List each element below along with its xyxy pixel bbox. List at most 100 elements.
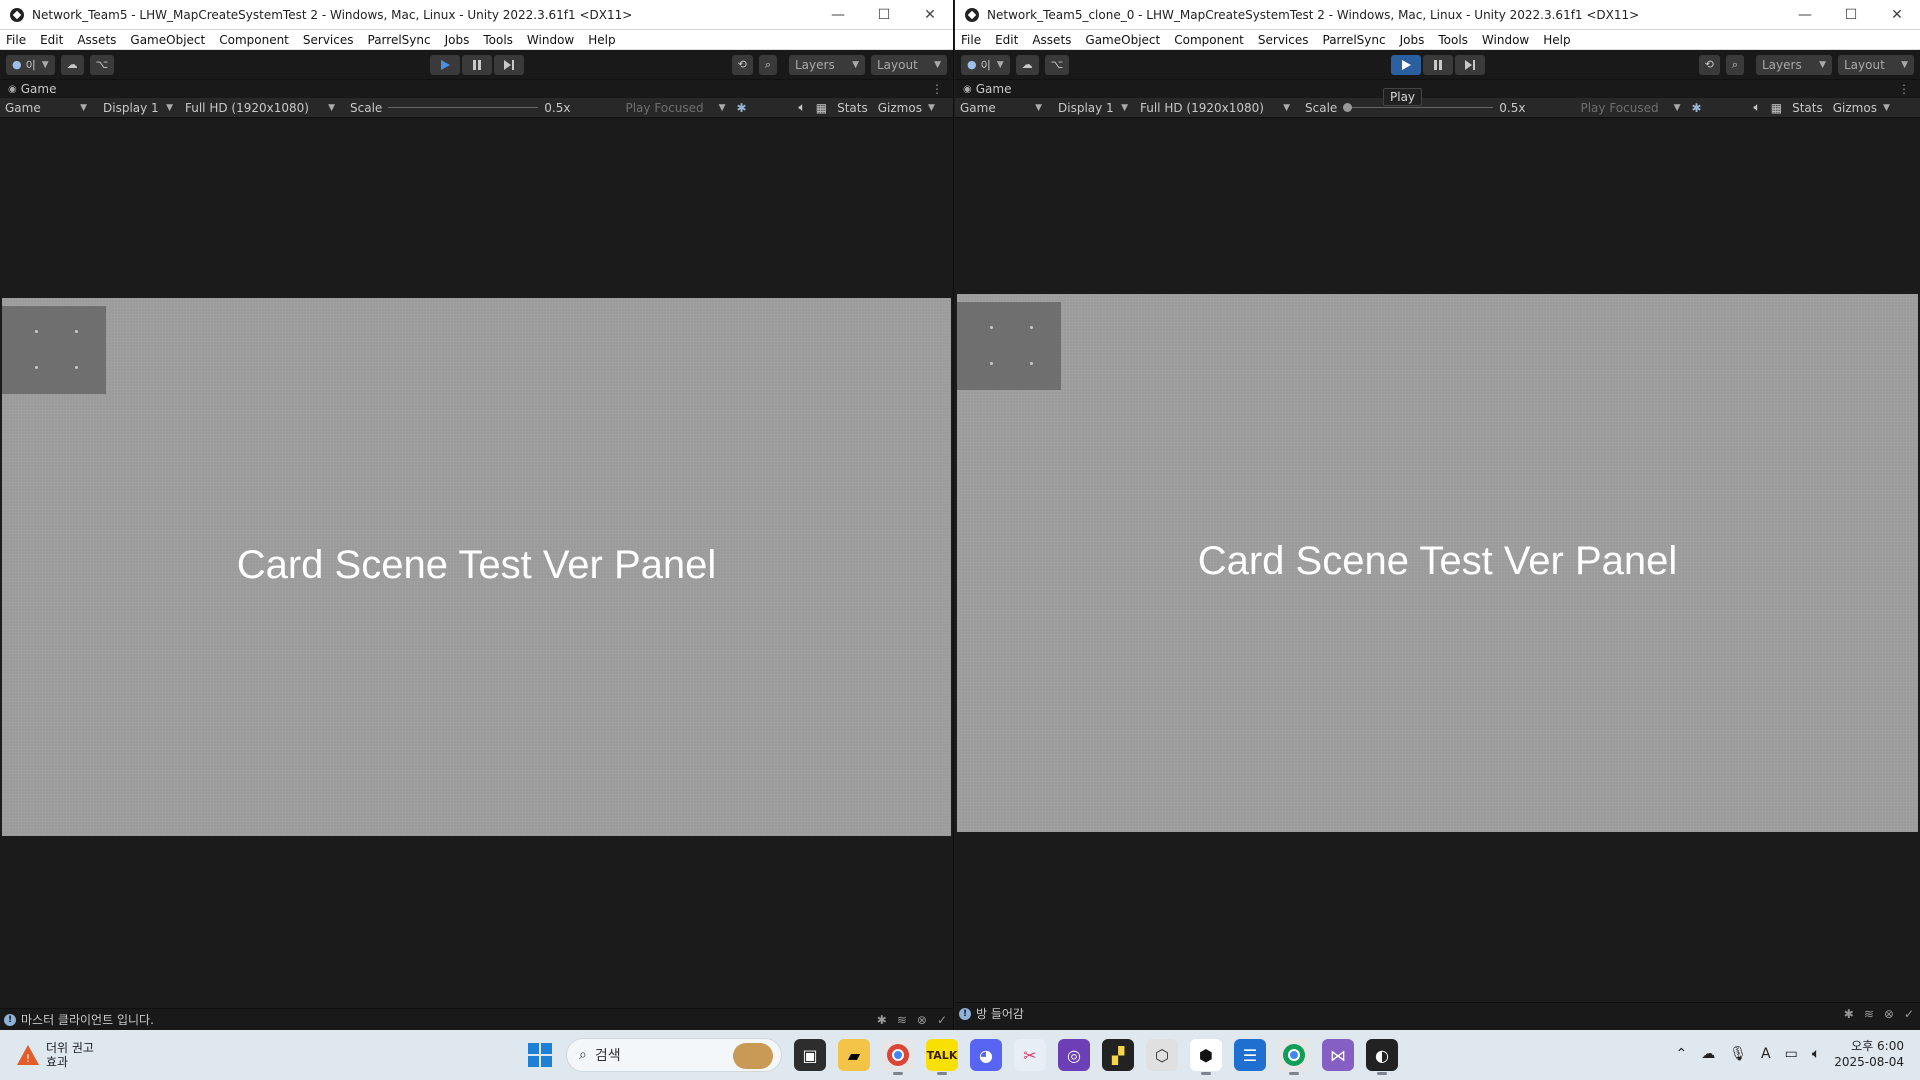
layers-dropdown[interactable]: Layers ▼ (1756, 54, 1832, 75)
menu-assets[interactable]: Assets (77, 33, 116, 47)
history-button[interactable]: ⟲ (731, 54, 753, 75)
minimize-icon[interactable]: — (1782, 7, 1828, 23)
layers-dropdown[interactable]: Layers ▼ (789, 54, 865, 75)
menu-gameobject[interactable]: GameObject (130, 33, 205, 47)
menu-services[interactable]: Services (1258, 33, 1309, 47)
account-button[interactable]: ● 이 ▼ (6, 54, 55, 75)
layout-dropdown[interactable]: Layout ▼ (1838, 54, 1914, 75)
more-options-icon[interactable]: ⋮ (931, 82, 943, 96)
chrome-icon[interactable] (882, 1039, 914, 1075)
bug-icon[interactable]: ✱ (1691, 101, 1701, 115)
notepad-icon[interactable]: ☰ (1234, 1039, 1266, 1071)
collab-button[interactable]: ⌥ (89, 54, 115, 75)
menu-edit[interactable]: Edit (995, 33, 1018, 47)
unity-editor-icon[interactable]: ⬢ (1190, 1039, 1222, 1075)
pause-button[interactable] (461, 54, 492, 75)
kakaotalk-icon[interactable]: TALK (926, 1039, 958, 1075)
chevron-down-icon[interactable]: ▼ (928, 103, 935, 113)
close-icon[interactable]: ✕ (1874, 7, 1920, 23)
status-message[interactable]: 방 들어감 (976, 1005, 1024, 1022)
play-focused-dropdown[interactable]: Play Focused ▼ (1575, 98, 1685, 118)
menu-help[interactable]: Help (1543, 33, 1570, 47)
menu-file[interactable]: File (6, 33, 26, 47)
minimize-icon[interactable]: — (815, 7, 861, 23)
snipping-tool-icon[interactable]: ✂ (1014, 1039, 1046, 1071)
maximize-icon[interactable]: ☐ (861, 7, 907, 23)
check-icon[interactable]: ✓ (937, 1013, 947, 1027)
game-mode-dropdown[interactable]: Game ▼ (0, 98, 92, 118)
resolution-dropdown[interactable]: Full HD (1920x1080) ▼ (1135, 98, 1295, 118)
step-button[interactable] (1454, 54, 1485, 75)
discord-icon[interactable]: ◕ (970, 1039, 1002, 1071)
resolution-dropdown[interactable]: Full HD (1920x1080) ▼ (180, 98, 340, 118)
status-message[interactable]: 마스터 클라이언트 입니다. (21, 1011, 154, 1028)
scale-slider-knob[interactable] (1343, 103, 1353, 112)
obs-icon[interactable]: ◐ (1366, 1039, 1398, 1075)
menu-help[interactable]: Help (588, 33, 615, 47)
stats-button[interactable]: Stats (1792, 101, 1823, 115)
grid-icon[interactable]: ▦ (1771, 101, 1782, 115)
chevron-up-icon[interactable]: ⌃ (1676, 1046, 1688, 1062)
clock[interactable]: 오후 6:00 2025-08-04 (1834, 1038, 1904, 1070)
sticky-notes-icon[interactable]: ▞ (1102, 1039, 1134, 1071)
menu-parrelsync[interactable]: ParrelSync (368, 33, 431, 47)
stats-button[interactable]: Stats (837, 101, 868, 115)
account-button[interactable]: ● 이 ▼ (961, 54, 1010, 75)
gizmos-button[interactable]: Gizmos (878, 101, 922, 115)
scale-slider[interactable] (1343, 103, 1494, 112)
scale-slider[interactable] (388, 107, 539, 108)
tab-game[interactable]: Game (21, 82, 57, 96)
history-button[interactable]: ⟲ (1698, 54, 1720, 75)
layers-icon[interactable]: ≋ (897, 1013, 907, 1027)
taskbar-search[interactable]: ⌕ 검색 (566, 1038, 782, 1072)
volume-icon[interactable]: 🔈︎ (1812, 1046, 1820, 1062)
menu-file[interactable]: File (961, 33, 981, 47)
play-button[interactable] (1390, 54, 1421, 75)
audio-icon[interactable]: 🔈︎ (1754, 100, 1761, 115)
menu-component[interactable]: Component (219, 33, 289, 47)
menu-services[interactable]: Services (303, 33, 354, 47)
menu-tools[interactable]: Tools (1438, 33, 1468, 47)
menu-component[interactable]: Component (1174, 33, 1244, 47)
display-dropdown[interactable]: Display 1 ▼ (98, 98, 178, 118)
pause-button[interactable] (1422, 54, 1453, 75)
network-icon[interactable]: ▭ (1785, 1046, 1798, 1062)
task-view-icon[interactable]: ▣ (794, 1039, 826, 1071)
unity-hub-icon[interactable]: ⬡ (1146, 1039, 1178, 1071)
check-icon[interactable]: ✓ (1904, 1007, 1914, 1021)
play-focused-dropdown[interactable]: Play Focused ▼ (620, 98, 730, 118)
grid-icon[interactable]: ▦ (816, 101, 827, 115)
menu-jobs[interactable]: Jobs (1400, 33, 1425, 47)
chevron-down-icon[interactable]: ▼ (1883, 103, 1890, 113)
network-icon[interactable]: ⊗ (1884, 1007, 1894, 1021)
menu-gameobject[interactable]: GameObject (1085, 33, 1160, 47)
ime-icon[interactable]: A (1761, 1046, 1771, 1062)
visual-studio-icon[interactable]: ⋈ (1322, 1039, 1354, 1071)
layout-dropdown[interactable]: Layout ▼ (871, 54, 947, 75)
file-explorer-icon[interactable]: ▰ (838, 1039, 870, 1071)
github-desktop-icon[interactable]: ◎ (1058, 1039, 1090, 1071)
microphone-icon[interactable]: 🎙︎ (1729, 1046, 1747, 1062)
search-button[interactable]: ⌕ (1725, 54, 1744, 75)
debug-icon[interactable]: ✱ (877, 1013, 887, 1027)
onedrive-off-icon[interactable]: ☁ (1701, 1046, 1715, 1062)
title-bar[interactable]: Network_Team5_clone_0 - LHW_MapCreateSys… (955, 0, 1920, 30)
audio-icon[interactable]: 🔈︎ (799, 100, 806, 115)
collab-button[interactable]: ⌥ (1044, 54, 1070, 75)
play-button[interactable] (429, 54, 460, 75)
tab-game[interactable]: Game (976, 82, 1012, 96)
menu-window[interactable]: Window (1482, 33, 1529, 47)
search-button[interactable]: ⌕ (758, 54, 777, 75)
display-dropdown[interactable]: Display 1 ▼ (1053, 98, 1133, 118)
title-bar[interactable]: Network_Team5 - LHW_MapCreateSystemTest … (0, 0, 953, 30)
menu-jobs[interactable]: Jobs (445, 33, 470, 47)
menu-tools[interactable]: Tools (483, 33, 513, 47)
debug-icon[interactable]: ✱ (1844, 1007, 1854, 1021)
menu-assets[interactable]: Assets (1032, 33, 1071, 47)
network-icon[interactable]: ⊗ (917, 1013, 927, 1027)
step-button[interactable] (493, 54, 524, 75)
game-mode-dropdown[interactable]: Game ▼ (955, 98, 1047, 118)
layers-icon[interactable]: ≋ (1864, 1007, 1874, 1021)
weather-widget[interactable]: ! 더위 권고 효과 (16, 1041, 136, 1069)
chrome-profile-icon[interactable] (1278, 1039, 1310, 1075)
